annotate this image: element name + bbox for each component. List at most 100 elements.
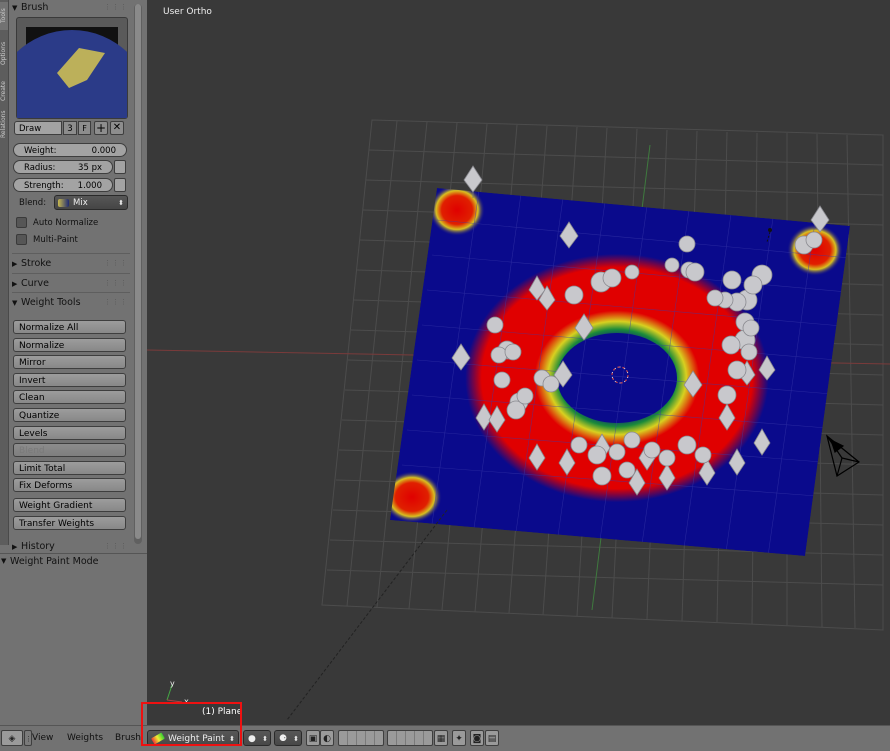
tab-relations[interactable]: Relations bbox=[0, 108, 8, 140]
brush-users-count[interactable]: 3 bbox=[63, 121, 77, 135]
normalize-all-button[interactable]: Normalize All bbox=[13, 320, 126, 334]
pressure-radius-icon[interactable] bbox=[114, 160, 126, 174]
highlight-box bbox=[141, 702, 242, 746]
mirror-button[interactable]: Mirror bbox=[13, 355, 126, 369]
axis-y-label: y bbox=[170, 679, 175, 688]
3d-view-header: ◈ ⋮ View Weights Brush Weight Paint ⬍ ● ⬍… bbox=[0, 725, 890, 751]
tab-tools[interactable]: Tools bbox=[0, 2, 8, 30]
pivot-point-dropdown[interactable]: ⚈ ⬍ bbox=[274, 730, 302, 746]
vertex-select-mask-icon[interactable]: ◐ bbox=[320, 730, 334, 746]
solid-shading-icon: ● bbox=[248, 734, 256, 744]
clean-button[interactable]: Clean bbox=[13, 390, 126, 404]
history-panel-header[interactable]: ▶ History ⋮⋮⋮ bbox=[12, 539, 130, 554]
operator-panel-title: Weight Paint Mode bbox=[10, 556, 99, 567]
add-brush-icon[interactable]: + bbox=[94, 121, 108, 135]
drag-handle-icon[interactable]: ⋮⋮⋮ bbox=[104, 256, 128, 271]
drag-handle-icon[interactable]: ⋮⋮⋮ bbox=[104, 539, 128, 554]
pressure-strength-icon[interactable] bbox=[114, 178, 126, 192]
updown-arrow-icon: ⬍ bbox=[262, 735, 268, 743]
expand-triangle-icon: ▼ bbox=[1, 557, 7, 565]
limit-total-button[interactable]: Limit Total bbox=[13, 461, 126, 475]
weight-tools-title: Weight Tools bbox=[21, 297, 81, 308]
pivot-icon: ⚈ bbox=[279, 734, 288, 744]
layer-buttons-2[interactable] bbox=[387, 730, 433, 746]
camera-icon[interactable] bbox=[825, 434, 861, 477]
quantize-button[interactable]: Quantize bbox=[13, 408, 126, 422]
tool-tabs: Tools Options Create Relations bbox=[0, 0, 9, 545]
layer-buttons-1[interactable] bbox=[338, 730, 384, 746]
fix-deforms-button[interactable]: Fix Deforms bbox=[13, 478, 126, 492]
blend-button[interactable]: Blend bbox=[13, 443, 126, 457]
brush-panel-title: Brush bbox=[21, 2, 49, 13]
radius-value: 35 px bbox=[78, 163, 102, 173]
weight-value: 0.000 bbox=[91, 146, 116, 156]
auto-normalize-checkbox[interactable]: Auto Normalize bbox=[16, 217, 98, 230]
brush-panel-header[interactable]: ▼ Brush ⋮⋮⋮ bbox=[12, 0, 130, 15]
viewport-shading-dropdown[interactable]: ● ⬍ bbox=[243, 730, 271, 746]
operator-panel-divider bbox=[0, 553, 147, 554]
updown-arrow-icon: ⬍ bbox=[118, 199, 124, 207]
strength-value: 1.000 bbox=[77, 181, 102, 191]
curve-panel-header[interactable]: ▶ Curve ⋮⋮⋮ bbox=[12, 276, 130, 291]
3d-viewport[interactable]: User Ortho y x (1) Plane bbox=[147, 0, 890, 725]
tab-create[interactable]: Create bbox=[0, 76, 8, 106]
checkbox-icon bbox=[16, 234, 27, 245]
face-select-mask-icon[interactable]: ▣ bbox=[306, 730, 320, 746]
brush-settings-panel: ▼ Brush ⋮⋮⋮ Draw 3 F + ✕ Weight: 0.000 Radi… bbox=[0, 0, 152, 552]
radius-slider[interactable]: Radius: 35 px bbox=[13, 160, 113, 174]
strength-label: Strength: bbox=[24, 181, 64, 191]
menu-weights[interactable]: Weights bbox=[67, 730, 103, 746]
weight-slider[interactable]: Weight: 0.000 bbox=[13, 143, 127, 157]
weight-painted-plane[interactable] bbox=[382, 184, 850, 556]
invert-button[interactable]: Invert bbox=[13, 373, 126, 387]
operator-panel-header[interactable]: ▼ Weight Paint Mode bbox=[1, 556, 99, 567]
drag-handle-icon[interactable]: ⋮⋮⋮ bbox=[104, 276, 128, 291]
shelf-scrollbar[interactable] bbox=[134, 4, 142, 544]
transfer-weights-button[interactable]: Transfer Weights bbox=[13, 516, 126, 530]
stroke-panel-header[interactable]: ▶ Stroke ⋮⋮⋮ bbox=[12, 256, 130, 271]
blend-dropdown[interactable]: Mix ⬍ bbox=[54, 195, 128, 210]
auto-normalize-label: Auto Normalize bbox=[33, 218, 99, 228]
opengl-render-icon[interactable]: ◙ bbox=[470, 730, 484, 746]
menu-brush[interactable]: Brush bbox=[115, 730, 141, 746]
brush-preview[interactable] bbox=[0, 17, 152, 190]
viewport-canvas[interactable] bbox=[147, 0, 890, 725]
weight-gradient-button[interactable]: Weight Gradient bbox=[13, 498, 126, 512]
divider bbox=[12, 253, 130, 254]
editor-type-icon[interactable]: ◈ bbox=[1, 730, 23, 746]
render-only-icon[interactable]: ✦ bbox=[452, 730, 466, 746]
weight-tools-panel-header[interactable]: ▼ Weight Tools ⋮⋮⋮ bbox=[12, 295, 130, 310]
drag-handle-icon[interactable]: ⋮⋮⋮ bbox=[104, 295, 128, 310]
lamp-icon[interactable] bbox=[768, 228, 772, 232]
multi-paint-checkbox[interactable]: Multi-Paint bbox=[16, 234, 78, 247]
blend-value: Mix bbox=[73, 198, 88, 208]
strength-slider[interactable]: Strength: 1.000 bbox=[13, 178, 113, 192]
opengl-animation-icon[interactable]: ▤ bbox=[485, 730, 499, 746]
normalize-button[interactable]: Normalize bbox=[13, 338, 126, 352]
expand-triangle-icon: ▼ bbox=[12, 299, 18, 307]
updown-arrow-icon: ⬍ bbox=[293, 735, 299, 743]
brush-thumbnail-icon bbox=[0, 27, 152, 190]
brush-name-field[interactable]: Draw bbox=[14, 121, 62, 135]
collapsed-triangle-icon: ▶ bbox=[12, 260, 18, 268]
curve-panel-title: Curve bbox=[21, 278, 50, 289]
radius-label: Radius: bbox=[24, 163, 56, 173]
stroke-panel-title: Stroke bbox=[21, 258, 52, 269]
levels-button[interactable]: Levels bbox=[13, 426, 126, 440]
viewport-view-label: User Ortho bbox=[163, 7, 212, 17]
scrollbar-thumb[interactable] bbox=[135, 4, 141, 539]
history-panel-title: History bbox=[21, 541, 55, 552]
collapsed-triangle-icon: ▶ bbox=[12, 280, 18, 288]
tab-options[interactable]: Options bbox=[0, 32, 8, 74]
expand-triangle-icon: ▼ bbox=[12, 4, 18, 12]
close-icon[interactable]: ✕ bbox=[110, 121, 124, 135]
multi-paint-label: Multi-Paint bbox=[33, 235, 78, 245]
fake-user-button[interactable]: F bbox=[78, 121, 91, 135]
lock-layers-icon[interactable]: ▦ bbox=[434, 730, 448, 746]
divider bbox=[12, 292, 130, 293]
tool-shelf: Tools Options Create Relations ▼ Brush ⋮⋮⋮… bbox=[0, 0, 152, 725]
drag-handle-icon[interactable]: ⋮⋮⋮ bbox=[104, 0, 128, 15]
divider bbox=[12, 273, 130, 274]
menu-view[interactable]: View bbox=[32, 730, 53, 746]
collapse-menus-icon[interactable]: ⋮ bbox=[24, 730, 32, 746]
